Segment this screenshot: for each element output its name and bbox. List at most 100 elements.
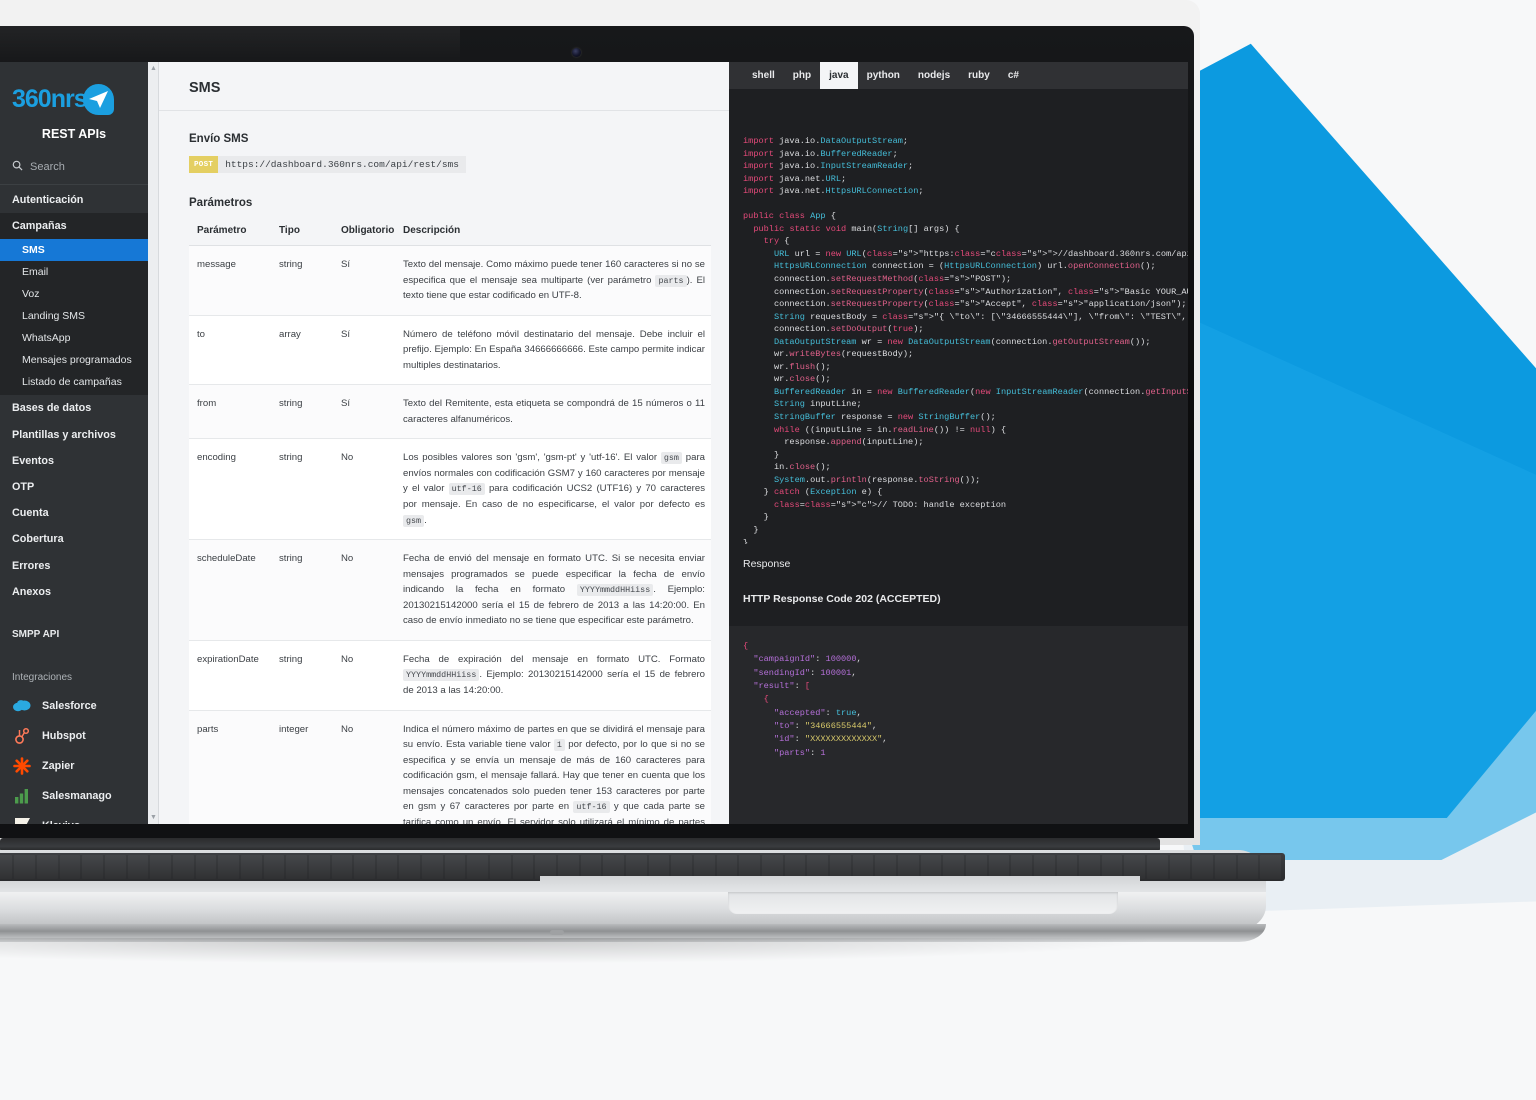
integration-salesforce[interactable]: Salesforce [0,691,148,721]
http-method-badge: POST [189,156,219,173]
cell-param-description: Fecha de envió del mensaje en formato UT… [395,539,711,641]
laptop-foot [550,930,564,935]
cell-param-name: from [189,384,271,440]
docs-header: SMS [159,62,729,111]
endpoint-url: https://dashboard.360nrs.com/api/rest/sm… [218,156,466,173]
inline-code: utf-16 [573,801,610,814]
key [1192,855,1214,879]
sidebar: 360nrs REST APIs Search Autenticación Ca… [0,62,148,824]
sidebar-item-whatsapp[interactable]: WhatsApp [0,327,148,349]
cell-param-name: to [189,315,271,386]
cell-param-description: Los posibles valores son 'gsm', 'gsm-pt'… [395,438,711,541]
key [444,855,466,879]
cell-param-type: array [271,315,333,386]
integration-hubspot[interactable]: Hubspot [0,721,148,751]
hubspot-sprocket-icon [12,726,32,746]
key [399,855,421,879]
docs-body: Envío SMS POST https://dashboard.360nrs.… [159,111,729,824]
logo[interactable]: 360nrs [0,62,148,117]
sidebar-item-smpp-api[interactable]: SMPP API [0,617,148,656]
scroll-down-arrow-icon[interactable]: ▼ [150,814,157,821]
key [512,855,534,879]
integration-label: Salesforce [42,699,97,712]
th-descripcion: Descripción [395,219,711,246]
sidebar-item-campanas[interactable]: Campañas [0,213,148,240]
key [286,855,307,879]
cell-param-type: string [271,438,333,541]
cell-param-name: parts [189,710,271,824]
search-icon [12,160,23,174]
laptop-base [0,838,1285,964]
cell-param-name: encoding [189,438,271,541]
page-title: SMS [189,80,221,96]
sidebar-item-sms[interactable]: SMS [0,239,148,262]
key [1215,855,1236,879]
tab-java[interactable]: java [820,62,858,89]
cell-param-required: No [333,710,395,824]
response-label: Response [743,558,791,570]
tab-shell[interactable]: shell [743,62,784,89]
sidebar-item-voz[interactable]: Voz [0,283,148,305]
response-json: { "campaignId": 100000, "sendingId": 100… [743,641,888,758]
search-input[interactable]: Search [0,154,148,185]
cell-param-required: Sí [333,315,395,386]
inline-code: YYYYmmddHHiiss [576,584,654,597]
inline-code: 1 [553,739,565,752]
integrations-header: Integraciones [12,671,73,683]
lid-open-notch [728,892,1118,914]
code-panel: shell php java python nodejs ruby c# import ja… [729,62,1188,824]
key [240,855,262,879]
tab-nodejs[interactable]: nodejs [909,62,959,89]
endpoint-row: POST https://dashboard.360nrs.com/api/re… [189,156,466,173]
key [490,855,511,879]
key [376,855,398,879]
key [14,855,35,879]
key [467,855,489,879]
sidebar-item-mensajes-programados[interactable]: Mensajes programados [0,349,148,371]
tab-csharp[interactable]: c# [999,62,1028,89]
tab-python[interactable]: python [858,62,909,89]
integration-klaviyo[interactable]: Klaviyo [0,811,148,824]
cell-param-type: string [271,539,333,641]
laptop-mockup: 360nrs REST APIs Search Autenticación Ca… [0,0,1285,1000]
sidebar-item-errores[interactable]: Errores [0,553,148,579]
tab-php[interactable]: php [784,62,820,89]
search-placeholder: Search [30,161,65,173]
sidebar-item-autenticacion[interactable]: Autenticación [0,187,148,213]
language-tabs: shell php java python nodejs ruby c# [729,62,1188,89]
sidebar-item-cobertura[interactable]: Cobertura [0,526,148,552]
inline-code: gsm [403,514,425,527]
cell-param-type: string [271,640,333,711]
scroll-up-arrow-icon[interactable]: ▲ [150,65,157,72]
th-parametro: Parámetro [189,219,271,246]
tab-ruby[interactable]: ruby [959,62,999,89]
sidebar-item-anexos[interactable]: Anexos [0,579,148,605]
docs-scrollbar[interactable]: ▲ ▼ [148,62,159,824]
sidebar-item-cuenta[interactable]: Cuenta [0,500,148,526]
th-obligatorio: Obligatorio [333,219,395,246]
sidebar-item-email[interactable]: Email [0,261,148,283]
key [127,855,149,879]
key [82,855,103,879]
cell-param-required: No [333,640,395,711]
integration-label: Salesmanago [42,789,112,802]
cell-param-required: No [333,539,395,641]
params-title: Parámetros [189,197,253,209]
integration-label: Hubspot [42,729,86,742]
klaviyo-flag-icon [12,816,32,824]
sidebar-item-listado-campanas[interactable]: Listado de campañas [0,371,148,393]
integration-label: Klaviyo [42,820,80,824]
integration-zapier[interactable]: Zapier [0,751,148,781]
sidebar-nav: Autenticación Campañas SMS Email Voz Lan… [0,185,148,605]
sidebar-item-plantillas-archivos[interactable]: Plantillas y archivos [0,422,148,448]
screen-viewport: 360nrs REST APIs Search Autenticación Ca… [0,62,1188,824]
integration-salesmanago[interactable]: Salesmanago [0,781,148,811]
sidebar-item-otp[interactable]: OTP [0,474,148,500]
sidebar-item-bases-de-datos[interactable]: Bases de datos [0,395,148,421]
key [36,855,58,879]
sidebar-item-eventos[interactable]: Eventos [0,448,148,474]
sidebar-item-landing-sms[interactable]: Landing SMS [0,305,148,327]
cell-param-type: string [271,384,333,440]
key [104,855,126,879]
cell-param-description: Texto del Remitente, esta etiqueta se co… [395,384,711,440]
